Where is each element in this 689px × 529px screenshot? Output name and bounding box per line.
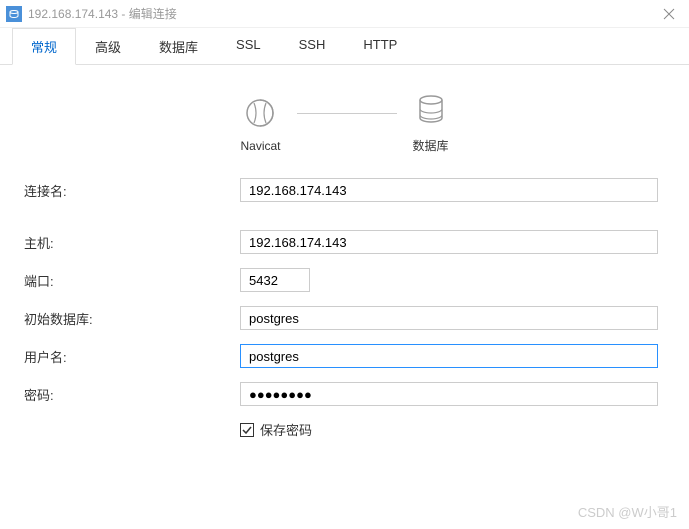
tab-database[interactable]: 数据库: [140, 28, 217, 65]
input-username[interactable]: [240, 344, 658, 368]
row-connection-name: 连接名:: [24, 178, 665, 202]
row-port: 端口:: [24, 268, 665, 292]
tab-advanced[interactable]: 高级: [76, 28, 140, 65]
label-save-password: 保存密码: [260, 420, 312, 439]
watermark: CSDN @W小哥1: [578, 502, 677, 521]
app-icon: [6, 6, 22, 22]
label-port: 端口:: [24, 271, 240, 290]
tab-ssh[interactable]: SSH: [280, 28, 345, 65]
label-host: 主机:: [24, 233, 240, 252]
row-password: 密码:: [24, 382, 665, 406]
row-host: 主机:: [24, 230, 665, 254]
diagram-left: Navicat: [240, 95, 280, 153]
label-initial-db: 初始数据库:: [24, 309, 240, 328]
input-initial-db[interactable]: [240, 306, 658, 330]
diagram-right-label: 数据库: [413, 137, 449, 154]
titlebar: 192.168.174.143 - 编辑连接: [0, 0, 689, 28]
diagram-connector: [297, 113, 397, 114]
close-button[interactable]: [649, 0, 689, 28]
tab-general[interactable]: 常规: [12, 28, 76, 65]
checkbox-save-password[interactable]: [240, 423, 254, 437]
input-port[interactable]: [240, 268, 310, 292]
input-host[interactable]: [240, 230, 658, 254]
row-initial-db: 初始数据库:: [24, 306, 665, 330]
label-connection-name: 连接名:: [24, 181, 240, 200]
label-password: 密码:: [24, 385, 240, 404]
connection-diagram: Navicat 数据库: [24, 85, 665, 154]
diagram-left-label: Navicat: [240, 139, 280, 153]
row-save-password: 保存密码: [240, 420, 665, 439]
window-title: 192.168.174.143 - 编辑连接: [28, 5, 177, 22]
input-connection-name[interactable]: [240, 178, 658, 202]
tabs-bar: 常规 高级 数据库 SSL SSH HTTP: [0, 28, 689, 65]
row-username: 用户名:: [24, 344, 665, 368]
tab-content: Navicat 数据库 连接名: 主机: 端口: 初始数据库: 用户名: 密码:: [0, 65, 689, 459]
database-icon: [413, 93, 449, 129]
diagram-right: 数据库: [413, 93, 449, 154]
input-password[interactable]: [240, 382, 658, 406]
navicat-icon: [242, 95, 278, 131]
label-username: 用户名:: [24, 347, 240, 366]
tab-http[interactable]: HTTP: [344, 28, 416, 65]
tab-ssl[interactable]: SSL: [217, 28, 280, 65]
